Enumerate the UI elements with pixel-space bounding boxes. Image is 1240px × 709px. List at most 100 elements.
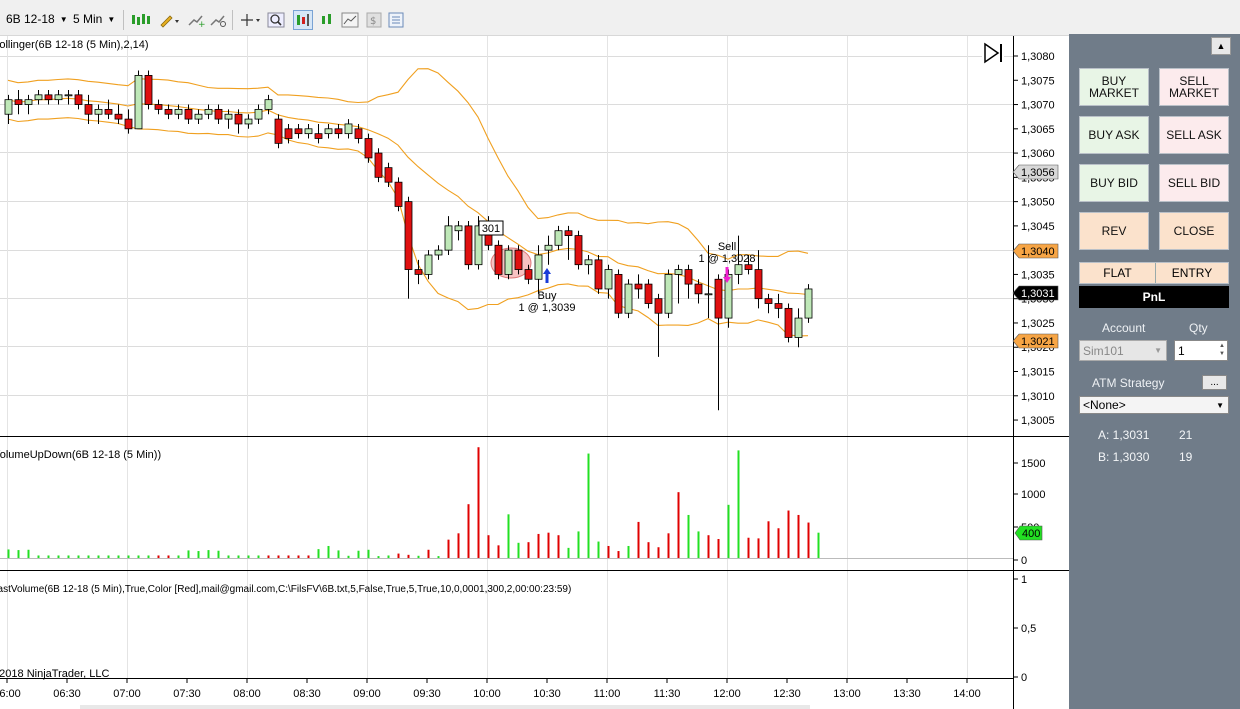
candle — [614, 269, 623, 319]
candle — [664, 269, 673, 319]
instrument-selector[interactable]: 6B 12-18 ▼ — [6, 8, 68, 30]
strategy-button[interactable] — [208, 10, 228, 30]
data-series-button[interactable] — [317, 10, 337, 30]
ask-price: A: 1,3031 — [1098, 428, 1150, 442]
chart-trader-panel: ▲ BUY MARKET SELL MARKET BUY ASK SELL AS… — [1069, 34, 1240, 709]
interval-selector[interactable]: 5 Min ▼ — [73, 8, 115, 30]
crosshair-icon — [241, 14, 260, 26]
sell-market-button[interactable]: SELL MARKET — [1159, 68, 1229, 106]
candle — [784, 303, 793, 343]
time-tick-label: 11:30 — [654, 688, 681, 700]
candlestick-icon — [132, 14, 150, 25]
price-tick-label: 1,3045 — [1021, 221, 1055, 233]
buy-bid-button[interactable]: BUY BID — [1079, 164, 1149, 202]
price-tick-label: 1,3050 — [1021, 197, 1055, 209]
chart-trader-button[interactable] — [293, 10, 313, 30]
bar-type-button[interactable] — [128, 10, 154, 30]
indicator-tick-label: 0 — [1021, 672, 1027, 684]
properties-icon — [388, 12, 404, 28]
horizontal-scrollbar — [80, 705, 810, 709]
time-tick-label: 12:30 — [773, 688, 801, 700]
indicator-plus-icon: + — [188, 15, 205, 28]
candle — [134, 70, 143, 130]
snapshot-button[interactable]: $ — [364, 10, 384, 30]
volume-tick-label: 0 — [1021, 555, 1027, 567]
buy-execution-title: Buy — [538, 290, 557, 302]
drawing-tool-button[interactable] — [157, 10, 181, 30]
chevron-down-icon: ▼ — [107, 14, 116, 24]
qty-label: Qty — [1189, 321, 1208, 335]
buy-market-button[interactable]: BUY MARKET — [1079, 68, 1149, 106]
chart-area[interactable]: 1,30801,30751,30701,30651,30601,30551,30… — [0, 36, 1069, 709]
time-tick-label: 08:30 — [293, 688, 321, 700]
price-tick-label: 1,3080 — [1021, 51, 1055, 63]
candle — [144, 70, 153, 110]
crosshair-button[interactable] — [238, 10, 262, 30]
scroll-to-end-icon[interactable] — [982, 42, 1004, 64]
chart-trader-icon — [297, 14, 309, 26]
sell-ask-button[interactable]: SELL ASK — [1159, 116, 1229, 154]
candle — [624, 279, 633, 319]
close-position-button[interactable]: CLOSE — [1159, 212, 1229, 250]
candle — [464, 221, 473, 270]
dollar-icon: $ — [366, 12, 382, 28]
chart-template-icon — [341, 12, 359, 28]
position-row: FLAT ENTRY — [1079, 262, 1229, 284]
atm-settings-button[interactable]: ... — [1202, 375, 1227, 390]
price-tick-label: 1,3010 — [1021, 391, 1055, 403]
price-tick-label: 1,3035 — [1021, 269, 1055, 281]
quantity-stepper[interactable]: 1 ▲ ▼ — [1174, 340, 1228, 361]
indicator-tick-label: 1 — [1021, 574, 1027, 586]
strategy-icon — [210, 15, 226, 27]
panel-scroll-up-button[interactable]: ▲ — [1211, 37, 1231, 55]
account-dropdown[interactable]: Sim101 ▼ — [1079, 340, 1167, 361]
candle — [274, 114, 283, 149]
volume-tick-label: 1500 — [1021, 458, 1045, 470]
volume-indicator-label: VolumeUpDown(6B 12-18 (5 Min)) — [0, 449, 161, 461]
pnl-display: PnL — [1079, 286, 1229, 308]
chevron-down-icon: ▼ — [59, 14, 68, 24]
sell-execution-title: Sell — [718, 241, 736, 253]
pencil-icon — [160, 15, 179, 28]
buy-ask-button[interactable]: BUY ASK — [1079, 116, 1149, 154]
price-tick-label: 1,3005 — [1021, 415, 1055, 427]
atm-strategy-dropdown[interactable]: <None> ▼ — [1079, 396, 1229, 414]
chart-toolbar: 6B 12-18 ▼ 5 Min ▼ + $ — [0, 0, 1240, 36]
templates-button[interactable] — [340, 10, 360, 30]
candle — [394, 177, 403, 212]
svg-text:1,3056: 1,3056 — [1021, 167, 1055, 179]
candle — [574, 230, 583, 270]
time-tick-label: 06:00 — [0, 688, 21, 700]
candle — [374, 148, 383, 183]
toolbar-divider — [232, 10, 233, 30]
account-label: Account — [1102, 321, 1146, 335]
quantity-value: 1 — [1178, 343, 1185, 358]
box-annotation-label: 301 — [482, 223, 500, 235]
account-value: Sim101 — [1083, 343, 1124, 358]
price-tick-label: 1,3025 — [1021, 318, 1055, 330]
price-tick-label: 1,3015 — [1021, 367, 1055, 379]
magnifier-icon — [267, 12, 285, 28]
atm-strategy-label: ATM Strategy — [1092, 376, 1165, 390]
position-entry: ENTRY — [1171, 266, 1213, 280]
time-tick-label: 08:00 — [233, 688, 261, 700]
svg-text:1,3040: 1,3040 — [1021, 246, 1055, 258]
add-indicator-button[interactable]: + — [186, 10, 206, 30]
volume-marker: 400 — [1014, 525, 1043, 541]
zoom-button[interactable] — [266, 10, 286, 30]
reverse-button[interactable]: REV — [1079, 212, 1149, 250]
time-tick-label: 09:30 — [413, 688, 441, 700]
price-marker: 1,3031 — [1012, 285, 1059, 301]
time-tick-label: 10:00 — [473, 688, 501, 700]
properties-button[interactable] — [386, 10, 406, 30]
price-tick-label: 1,3060 — [1021, 148, 1055, 160]
svg-text:1,3031: 1,3031 — [1021, 288, 1055, 300]
volume-tick-label: 1000 — [1021, 489, 1045, 501]
buy-execution-detail: 1 @ 1,3039 — [518, 302, 575, 314]
price-tick-label: 1,3075 — [1021, 75, 1055, 87]
sell-bid-button[interactable]: SELL BID — [1159, 164, 1229, 202]
ask-size: 21 — [1179, 428, 1193, 442]
stepper-arrows-icon[interactable]: ▲ ▼ — [1219, 342, 1225, 358]
price-tick-label: 1,3070 — [1021, 100, 1055, 112]
copyright-text: © 2018 NinjaTrader, LLC — [0, 668, 109, 680]
